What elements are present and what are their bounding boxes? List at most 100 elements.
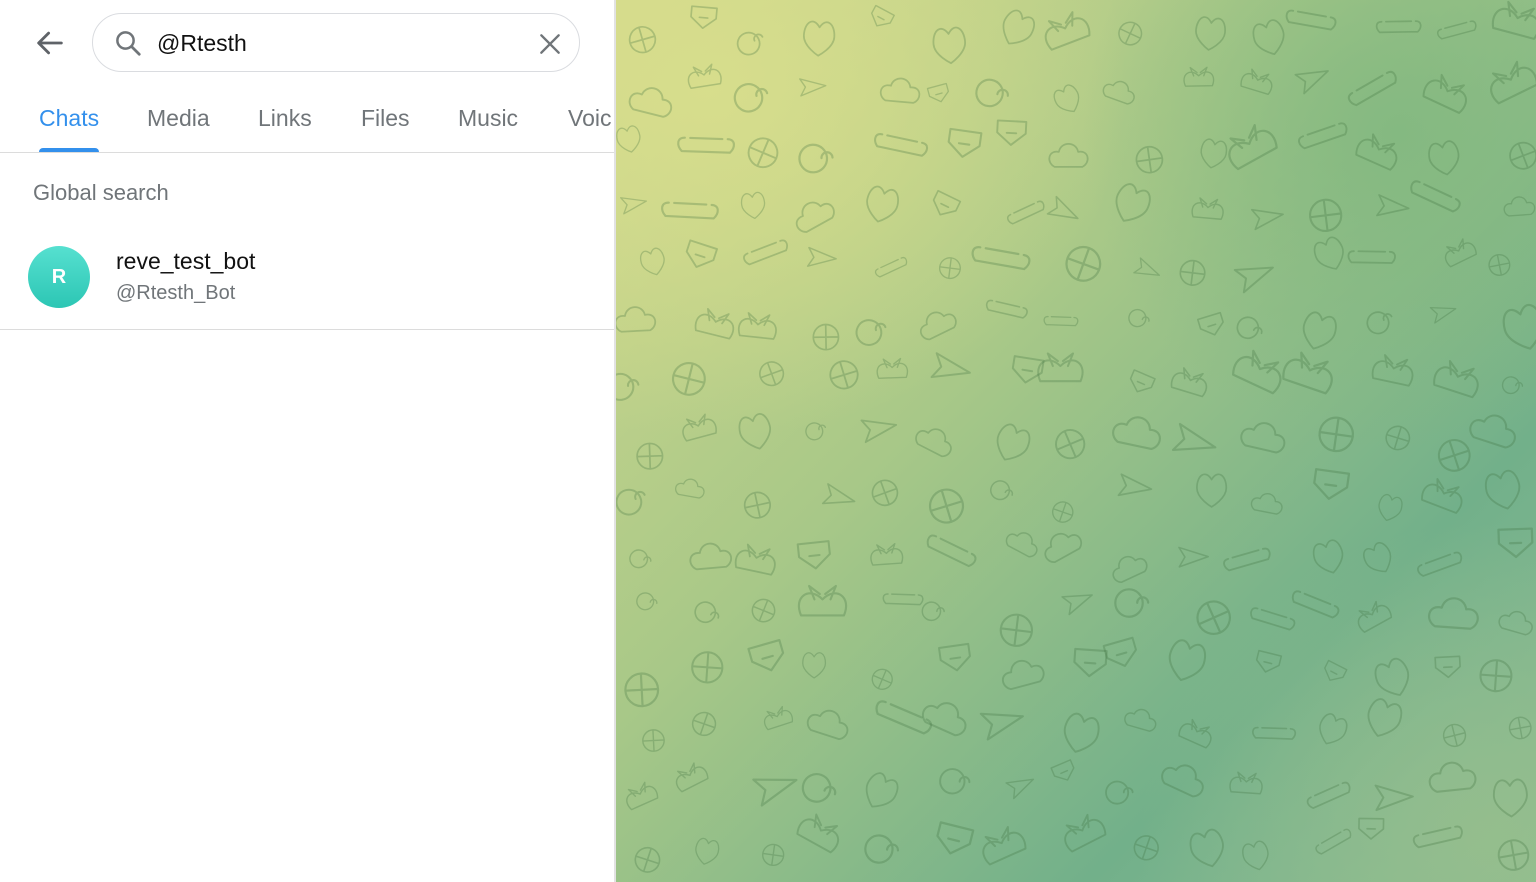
- doodle-shape: [763, 705, 793, 731]
- doodle-shape: [1118, 21, 1143, 46]
- doodle-shape: [1124, 708, 1157, 732]
- doodle-shape: [1044, 532, 1083, 563]
- tab-voice[interactable]: Voic: [568, 88, 611, 152]
- doodle-shape: [971, 246, 1031, 271]
- doodle-shape: [1001, 659, 1045, 691]
- doodle-shape: [1363, 542, 1392, 573]
- doodle-shape: [798, 584, 847, 617]
- doodle-shape: [636, 442, 664, 470]
- doodle-shape: [1502, 303, 1536, 350]
- doodle-shape: [1318, 416, 1355, 453]
- doodle-shape: [661, 201, 719, 220]
- tab-label: Media: [147, 105, 210, 131]
- doodle-shape: [1427, 597, 1479, 630]
- search-icon: [116, 31, 141, 56]
- doodle-shape: [982, 826, 1027, 866]
- doodle-shape: [929, 488, 964, 524]
- doodle-shape: [1061, 594, 1093, 616]
- doodle-shape: [1437, 439, 1471, 472]
- doodle-shape: [1367, 698, 1403, 737]
- doodle-shape: [999, 613, 1033, 647]
- tab-chats[interactable]: Chats: [39, 88, 100, 152]
- doodle-shape: [920, 311, 957, 341]
- doodle-shape: [1410, 180, 1461, 213]
- doodle-shape: [1112, 416, 1161, 450]
- doodle-shape: [936, 821, 975, 855]
- doodle-shape: [1178, 546, 1209, 568]
- tab-label: Chats: [39, 105, 100, 131]
- doodle-shape: [939, 257, 961, 280]
- doodle-shape: [1195, 16, 1226, 51]
- clear-search-button[interactable]: [535, 29, 565, 59]
- doodle-shape: [871, 4, 895, 27]
- doodle-shape: [1444, 238, 1477, 268]
- doodle-shape: [1375, 20, 1422, 34]
- doodle-shape: [1240, 68, 1273, 96]
- doodle-shape: [996, 119, 1028, 146]
- tab-links[interactable]: Links: [258, 88, 312, 152]
- doodle-shape: [1509, 141, 1536, 170]
- tab-files[interactable]: Files: [361, 88, 410, 152]
- doodle-shape: [1422, 73, 1467, 114]
- doodle-shape: [672, 362, 706, 396]
- doodle-shape: [865, 772, 899, 808]
- doodle-shape: [626, 781, 659, 811]
- search-result-item[interactable]: R reve_test_bot @Rtesth_Bot: [0, 232, 615, 330]
- doodle-shape: [677, 136, 735, 154]
- doodle-shape: [1065, 245, 1102, 282]
- doodle-shape: [687, 63, 722, 90]
- doodle-shape: [1052, 501, 1074, 523]
- doodle-shape: [1417, 551, 1463, 577]
- tab-music[interactable]: Music: [458, 88, 518, 152]
- doodle-shape: [1442, 723, 1467, 747]
- doodle-shape: [921, 601, 945, 622]
- doodle-shape: [1252, 726, 1297, 740]
- doodle-shape: [1421, 478, 1463, 514]
- doodle-shape: [636, 592, 658, 611]
- doodle-shape: [805, 422, 827, 441]
- doodle-shape: [1436, 20, 1477, 40]
- chat-background: [616, 0, 1536, 882]
- doodle-shape: [1105, 780, 1134, 805]
- doodle-shape: [1285, 9, 1337, 31]
- doodle-shape: [642, 729, 665, 752]
- doodle-shape: [1357, 600, 1393, 633]
- doodle-shape: [812, 323, 840, 351]
- search-box[interactable]: [92, 13, 580, 72]
- doodle-shape: [1488, 253, 1511, 276]
- doodle-shape: [682, 413, 717, 442]
- result-name: reve_test_bot: [116, 248, 256, 274]
- doodle-shape: [915, 428, 952, 458]
- doodle-shape: [932, 26, 966, 65]
- doodle-shape: [1043, 315, 1079, 327]
- tab-media[interactable]: Media: [147, 88, 210, 152]
- doodle-shape: [1497, 839, 1530, 871]
- doodle-shape: [1128, 308, 1150, 328]
- doodle-shape: [1433, 359, 1479, 399]
- doodle-shape: [1508, 716, 1532, 740]
- result-username: @Rtesth_Bot: [116, 282, 236, 304]
- search-input[interactable]: [157, 24, 527, 62]
- doodle-shape: [1232, 349, 1282, 395]
- doodle-shape: [876, 357, 909, 379]
- doodle-shape: [866, 185, 899, 223]
- doodle-shape: [1229, 771, 1263, 795]
- doodle-shape: [802, 20, 836, 57]
- doodle-shape: [1255, 649, 1283, 673]
- doodle-shape: [879, 77, 921, 104]
- global-search-title: Global search: [33, 180, 169, 205]
- back-button[interactable]: [26, 19, 74, 67]
- doodle-shape: [799, 78, 827, 97]
- doodle-shape: [1178, 718, 1212, 749]
- doodle-shape: [740, 191, 766, 220]
- doodle-shape: [751, 598, 776, 623]
- doodle-shape: [691, 651, 724, 684]
- doodle-shape: [1371, 354, 1414, 387]
- doodle-shape: [1135, 145, 1164, 174]
- doodle-shape: [1503, 196, 1536, 217]
- doodle-shape: [640, 247, 665, 276]
- doodle-shape: [1115, 183, 1151, 222]
- doodle-shape: [620, 197, 648, 215]
- arrow-left-icon: [37, 31, 63, 55]
- doodle-shape: [1046, 195, 1079, 220]
